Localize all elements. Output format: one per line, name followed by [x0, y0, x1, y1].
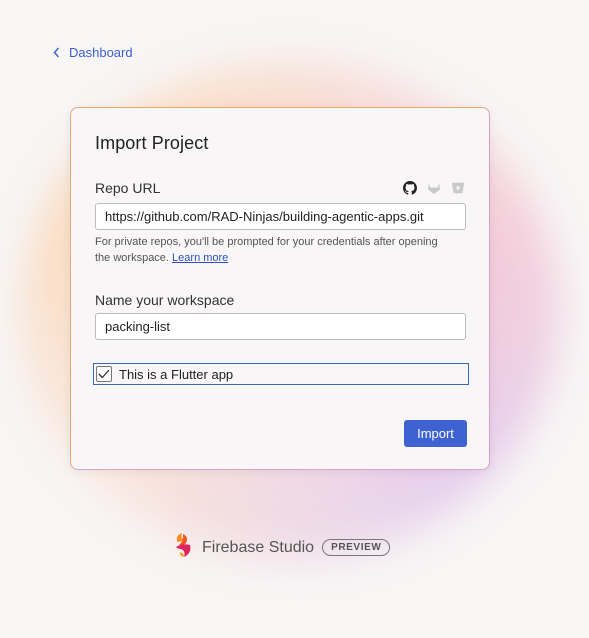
bitbucket-icon[interactable] — [451, 181, 465, 195]
chevron-left-icon — [53, 47, 60, 58]
firebase-logo-icon — [174, 531, 194, 564]
checkmark-icon — [98, 369, 110, 379]
workspace-name-label: Name your workspace — [95, 292, 235, 308]
gitlab-icon[interactable] — [427, 181, 441, 195]
dialog-title: Import Project — [95, 133, 209, 153]
learn-more-link[interactable]: Learn more — [172, 252, 228, 264]
workspace-name-input[interactable]: packing-list — [95, 313, 466, 340]
provider-icons — [403, 181, 465, 195]
repo-helper-text: For private repos, you'll be prompted fo… — [95, 234, 455, 266]
repo-url-input[interactable]: https://github.com/RAD-Ninjas/building-a… — [95, 203, 466, 230]
footer-branding: Firebase Studio PREVIEW — [174, 531, 391, 564]
github-icon[interactable] — [403, 181, 417, 195]
preview-badge: PREVIEW — [322, 539, 391, 556]
flutter-app-checkbox[interactable] — [96, 366, 112, 382]
brand-name: Firebase Studio — [202, 538, 315, 556]
import-project-dialog: Import Project Repo URL https://github.c… — [70, 107, 490, 470]
flutter-app-checkbox-row[interactable]: This is a Flutter app — [93, 363, 469, 385]
import-button[interactable]: Import — [404, 420, 467, 447]
flutter-app-label: This is a Flutter app — [119, 366, 234, 382]
back-to-dashboard-link[interactable]: Dashboard — [53, 45, 133, 60]
helper-text: For private repos, you'll be prompted fo… — [95, 236, 438, 264]
repo-url-label: Repo URL — [95, 180, 161, 196]
back-link-label: Dashboard — [69, 45, 133, 60]
